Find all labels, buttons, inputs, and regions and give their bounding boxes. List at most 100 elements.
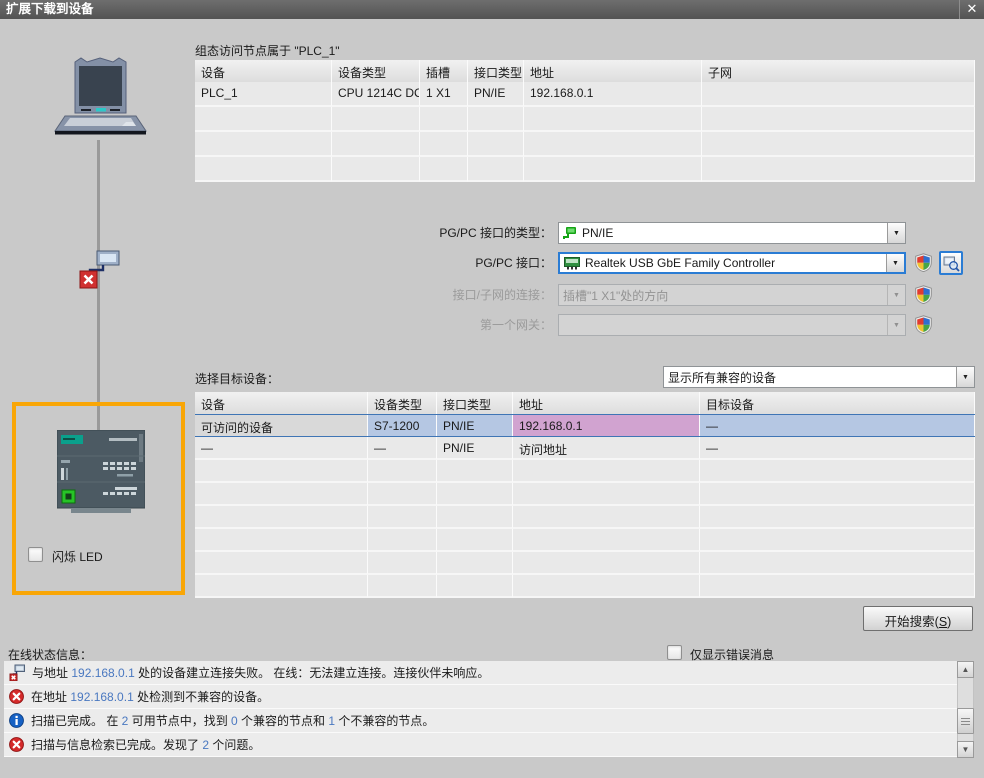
- table-cell: [368, 575, 437, 598]
- table-body: 可访问的设备S7-1200PN/IE192.168.0.1———PN/IE访问地…: [195, 414, 975, 598]
- table-cell: S7-1200: [368, 415, 437, 436]
- table-cell: [332, 132, 420, 157]
- pgpc-form-label: PG/PC 接口的类型：: [330, 222, 552, 244]
- table-row[interactable]: 可访问的设备S7-1200PN/IE192.168.0.1—: [195, 414, 975, 437]
- message-highlight-value: 192.168.0.1: [70, 690, 133, 704]
- table-cell: [700, 529, 975, 552]
- table-row: [195, 157, 975, 182]
- table-cell: [700, 552, 975, 575]
- table-cell: [368, 506, 437, 529]
- table-row[interactable]: [195, 460, 975, 483]
- only-errors-checkbox[interactable]: [667, 645, 682, 660]
- combo-selected-value: 插槽"1 X1"处的方向: [559, 287, 887, 304]
- table-cell: [195, 460, 368, 483]
- window-title: 扩展下载到设备: [6, 2, 94, 16]
- browse-accessible-devices-button[interactable]: [939, 251, 963, 275]
- message-text-segment: 扫描与信息检索已完成。发现了: [31, 738, 202, 752]
- table-cell: [195, 132, 332, 157]
- table-cell: [702, 132, 975, 157]
- table-row[interactable]: [195, 575, 975, 598]
- column-header: 子网: [702, 60, 975, 82]
- table-cell: 192.168.0.1: [513, 415, 700, 436]
- chevron-down-icon: ▼: [887, 285, 905, 305]
- table-header-row: 设备设备类型插槽接口类型地址子网: [195, 60, 975, 82]
- table-cell: [513, 529, 700, 552]
- uac-shield-icon: [913, 314, 934, 335]
- table-cell: [524, 157, 702, 182]
- config-nodes-table: 设备设备类型插槽接口类型地址子网PLC_1CPU 1214C DC/D...1 …: [195, 60, 975, 182]
- message-text: 扫描已完成。 在 2 可用节点中，找到 0 个兼容的节点和 1 个不兼容的节点。: [31, 712, 434, 729]
- window-titlebar: 扩展下载到设备: [0, 0, 984, 19]
- table-cell: —: [195, 437, 368, 460]
- column-header: 地址: [524, 60, 702, 82]
- column-header: 地址: [513, 392, 700, 414]
- column-header: 插槽: [420, 60, 468, 82]
- table-cell: [368, 552, 437, 575]
- status-message-list: 与地址 192.168.0.1 处的设备建立连接失败。 在线：无法建立连接。连接…: [4, 661, 957, 757]
- table-cell: PN/IE: [437, 415, 513, 436]
- table-row: PLC_1CPU 1214C DC/D...1 X1PN/IE192.168.0…: [195, 82, 975, 107]
- start-search-label-suffix: ): [947, 615, 951, 629]
- status-message: 扫描已完成。 在 2 可用节点中，找到 0 个兼容的节点和 1 个不兼容的节点。: [4, 709, 957, 733]
- status-message: 在地址 192.168.0.1 处检测到不兼容的设备。: [4, 685, 957, 709]
- table-cell: [195, 483, 368, 506]
- table-cell: [700, 506, 975, 529]
- extended-download-dialog: { "window": { "title": "扩展下载到设备", "close…: [0, 0, 984, 778]
- table-cell: [513, 483, 700, 506]
- table-cell: [468, 157, 524, 182]
- table-cell: [513, 575, 700, 598]
- table-row[interactable]: [195, 506, 975, 529]
- table-cell: [700, 483, 975, 506]
- chevron-down-icon[interactable]: ▼: [886, 254, 904, 272]
- scroll-thumb[interactable]: [957, 708, 974, 734]
- table-cell: [513, 506, 700, 529]
- table-cell: 1 X1: [420, 82, 468, 107]
- message-text-segment: 在地址: [31, 690, 70, 704]
- close-button[interactable]: ✕: [959, 0, 984, 19]
- table-cell: [437, 529, 513, 552]
- message-text-segment: 处检测到不兼容的设备。: [134, 690, 269, 704]
- scroll-down-button[interactable]: ▼: [957, 741, 974, 758]
- combo-text: Realtek USB GbE Family Controller: [585, 256, 775, 270]
- table-row[interactable]: [195, 483, 975, 506]
- pgpc-interface-type-select[interactable]: PN/IE ▼: [558, 222, 906, 244]
- pgpc-form-label: 接口/子网的连接：: [330, 284, 552, 306]
- message-text-segment: 个兼容的节点和: [238, 714, 329, 728]
- message-text: 扫描与信息检索已完成。发现了 2 个问题。: [31, 736, 260, 753]
- status-message: 扫描与信息检索已完成。发现了 2 个问题。: [4, 733, 957, 757]
- compatible-devices-filter-select[interactable]: 显示所有兼容的设备 ▼: [663, 366, 975, 388]
- table-cell: PLC_1: [195, 82, 332, 107]
- message-highlight-value: 0: [231, 714, 238, 728]
- uac-shield-icon: [913, 252, 934, 273]
- message-text-segment: 可用节点中，找到: [128, 714, 231, 728]
- start-search-button[interactable]: 开始搜索(S): [863, 606, 973, 631]
- table-cell: [702, 82, 975, 107]
- table-row: [195, 132, 975, 157]
- table-row[interactable]: ——PN/IE访问地址—: [195, 437, 975, 460]
- pgpc-interface-select[interactable]: Realtek USB GbE Family Controller ▼: [558, 252, 906, 274]
- table-row[interactable]: [195, 529, 975, 552]
- thumb-grip-icon: [961, 718, 970, 725]
- chevron-down-icon[interactable]: ▼: [956, 367, 974, 387]
- combo-text: PN/IE: [582, 226, 613, 240]
- flash-led-checkbox[interactable]: [28, 547, 43, 562]
- table-cell: [195, 107, 332, 132]
- table-cell: —: [700, 415, 975, 436]
- start-search-accesskey: S: [939, 615, 947, 629]
- table-cell: [368, 529, 437, 552]
- table-header-row: 设备设备类型接口类型地址目标设备: [195, 392, 975, 414]
- table-cell: [702, 107, 975, 132]
- table-row[interactable]: [195, 552, 975, 575]
- table-cell: [524, 132, 702, 157]
- table-cell: [437, 506, 513, 529]
- column-header: 接口类型: [437, 392, 513, 414]
- table-cell: [420, 157, 468, 182]
- message-text: 与地址 192.168.0.1 处的设备建立连接失败。 在线：无法建立连接。连接…: [32, 664, 489, 681]
- chevron-down-icon[interactable]: ▼: [887, 223, 905, 243]
- scroll-up-button[interactable]: ▲: [957, 661, 974, 678]
- column-header: 设备: [195, 392, 368, 414]
- laptop-graphic: [48, 56, 152, 144]
- table-cell: [437, 483, 513, 506]
- table-cell: [420, 132, 468, 157]
- chevron-down-icon: ▼: [887, 315, 905, 335]
